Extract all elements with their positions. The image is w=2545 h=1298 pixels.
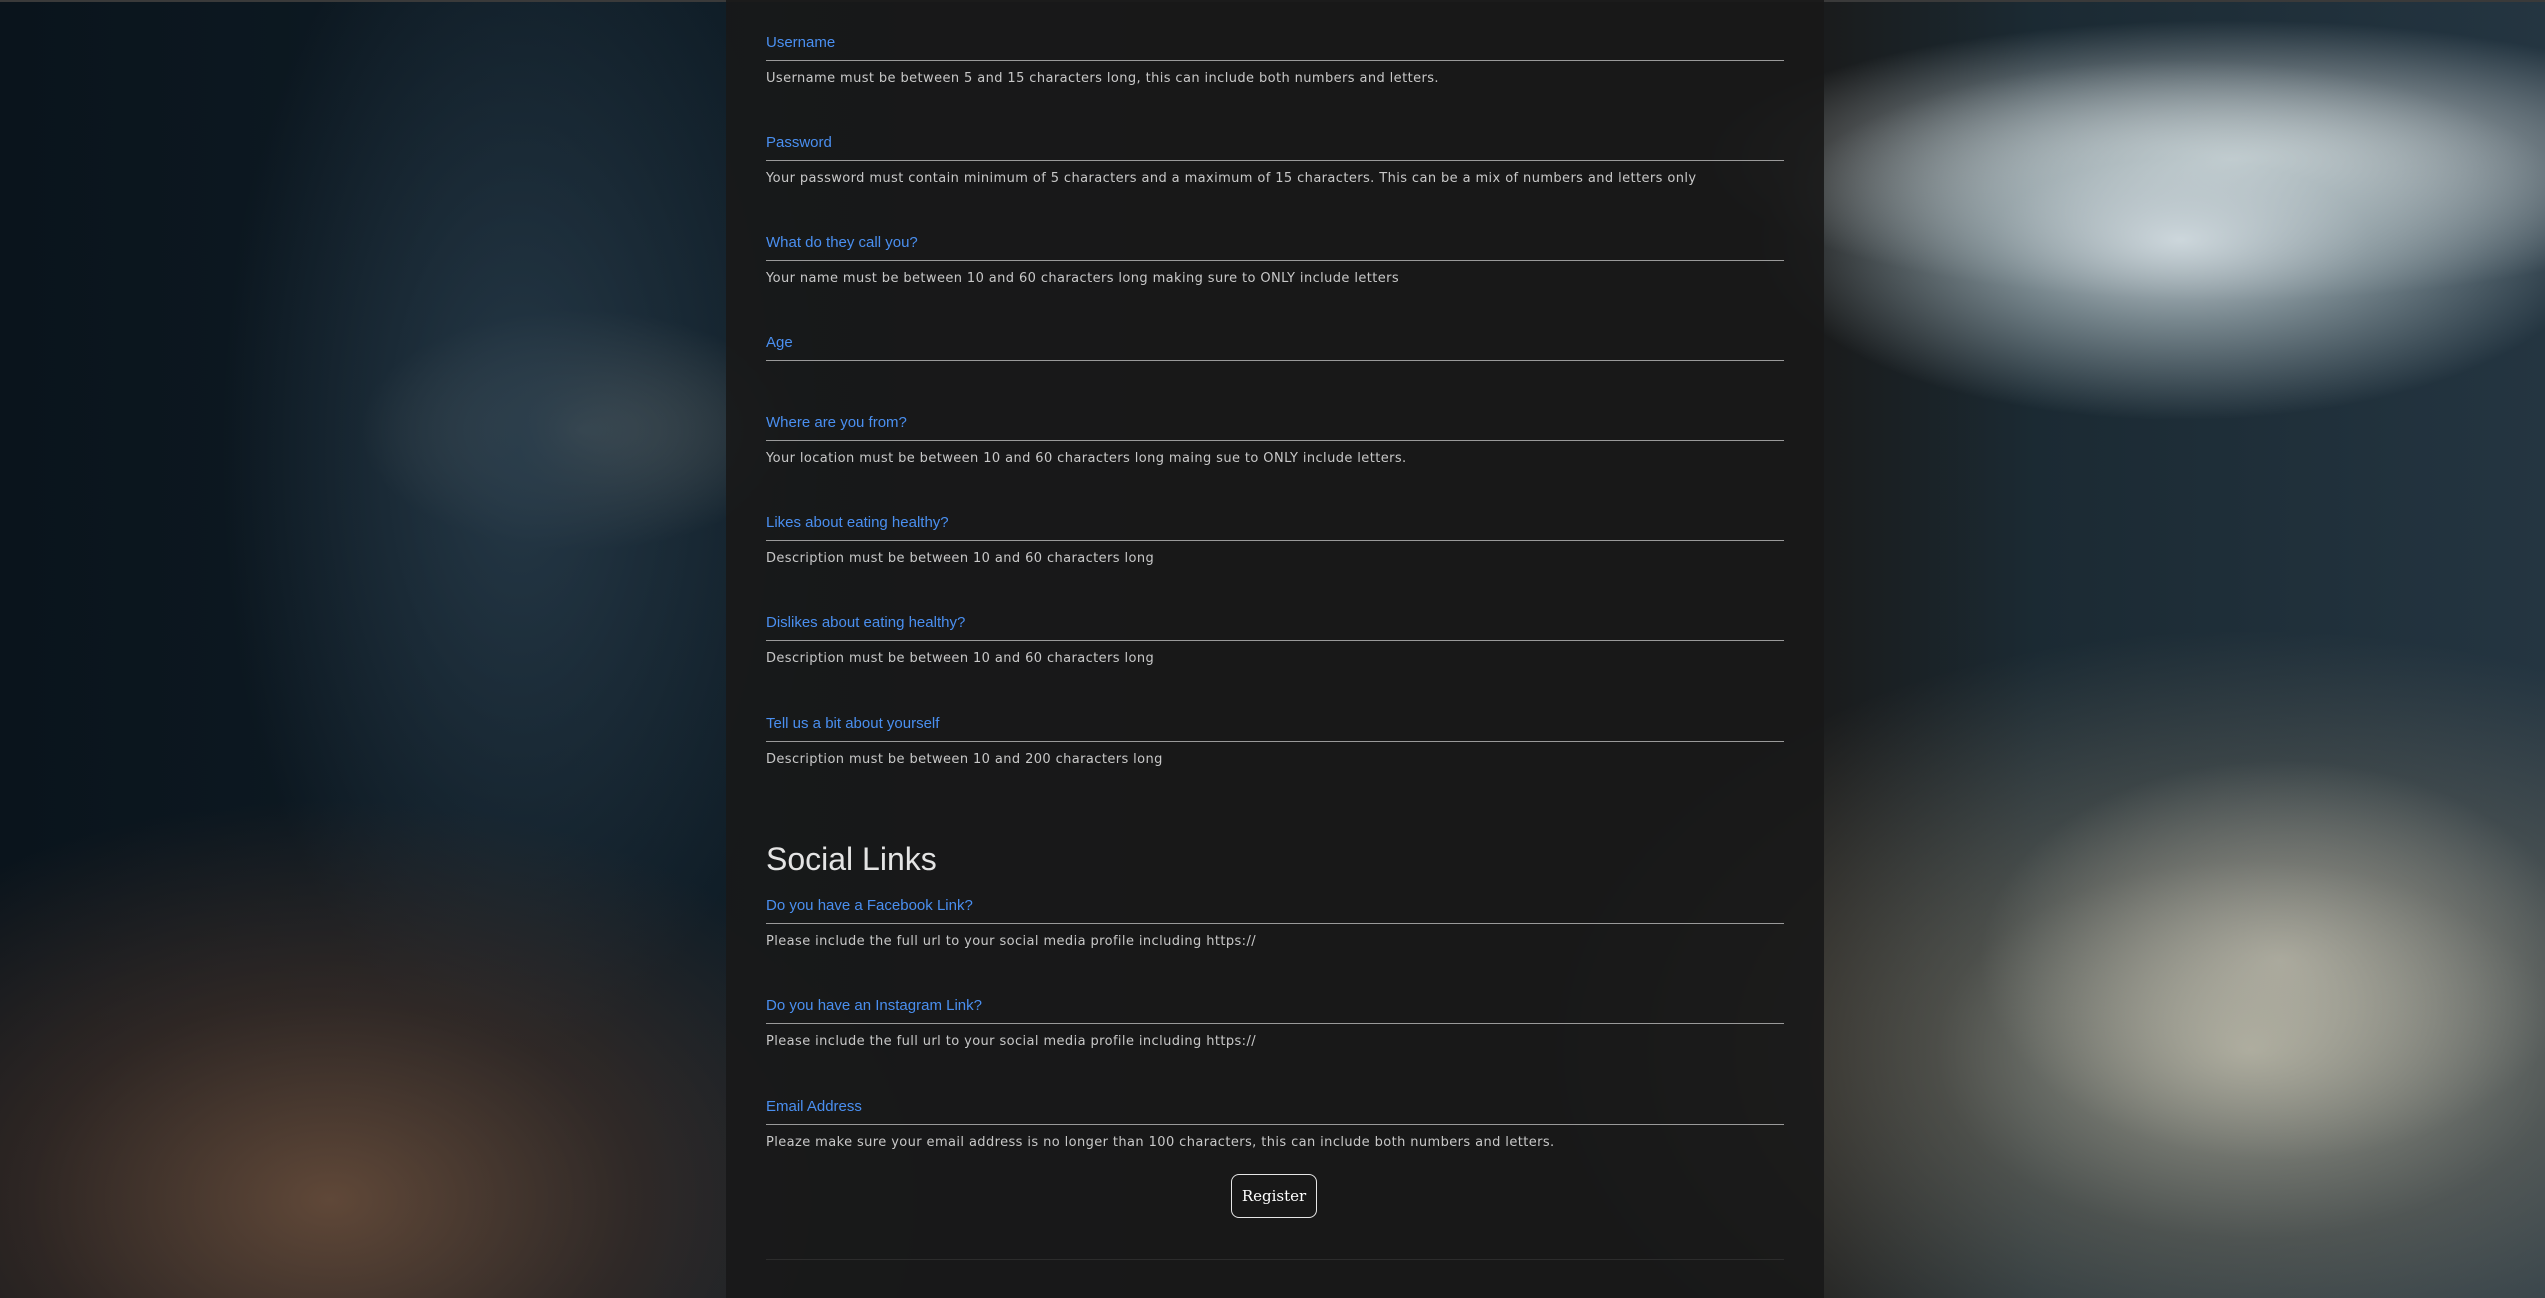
facebook-help: Please include the full url to your soci… — [766, 934, 1257, 949]
dislikes-field: Dislikes about eating healthy? Descripti… — [766, 614, 1784, 667]
likes-label[interactable]: Likes about eating healthy? — [766, 514, 1784, 532]
about-help: Description must be between 10 and 200 c… — [766, 752, 1163, 767]
facebook-input-line[interactable] — [766, 923, 1784, 924]
about-field: Tell us a bit about yourself Description… — [766, 715, 1784, 768]
password-input-line[interactable] — [766, 160, 1784, 161]
age-field: Age — [766, 334, 1784, 361]
password-help: Your password must contain minimum of 5 … — [766, 171, 1697, 186]
facebook-field: Do you have a Facebook Link? Please incl… — [766, 897, 1784, 950]
register-button[interactable]: Register — [1231, 1174, 1317, 1218]
name-label[interactable]: What do they call you? — [766, 234, 1784, 252]
dislikes-label[interactable]: Dislikes about eating healthy? — [766, 614, 1784, 632]
likes-input-line[interactable] — [766, 540, 1784, 541]
instagram-label[interactable]: Do you have an Instagram Link? — [766, 997, 1784, 1015]
age-input-line[interactable] — [766, 360, 1784, 361]
registration-panel: Username Username must be between 5 and … — [726, 0, 1824, 1298]
password-field: Password Your password must contain mini… — [766, 134, 1784, 187]
location-label[interactable]: Where are you from? — [766, 414, 1784, 432]
facebook-label[interactable]: Do you have a Facebook Link? — [766, 897, 1784, 915]
username-label[interactable]: Username — [766, 34, 1784, 52]
about-input-line[interactable] — [766, 741, 1784, 742]
dislikes-input-line[interactable] — [766, 640, 1784, 641]
location-input-line[interactable] — [766, 440, 1784, 441]
location-field: Where are you from? Your location must b… — [766, 414, 1784, 467]
name-field: What do they call you? Your name must be… — [766, 234, 1784, 287]
password-label[interactable]: Password — [766, 134, 1784, 152]
age-label[interactable]: Age — [766, 334, 1784, 352]
username-help: Username must be between 5 and 15 charac… — [766, 71, 1439, 86]
email-help: Pleaze make sure your email address is n… — [766, 1135, 1555, 1150]
likes-help: Description must be between 10 and 60 ch… — [766, 551, 1155, 566]
location-help: Your location must be between 10 and 60 … — [766, 451, 1407, 466]
email-label[interactable]: Email Address — [766, 1098, 1784, 1116]
name-input-line[interactable] — [766, 260, 1784, 261]
dislikes-help: Description must be between 10 and 60 ch… — [766, 651, 1155, 666]
name-help: Your name must be between 10 and 60 char… — [766, 271, 1400, 286]
email-input-line[interactable] — [766, 1124, 1784, 1125]
instagram-help: Please include the full url to your soci… — [766, 1034, 1257, 1049]
likes-field: Likes about eating healthy? Description … — [766, 514, 1784, 567]
instagram-input-line[interactable] — [766, 1023, 1784, 1024]
username-input-line[interactable] — [766, 60, 1784, 61]
username-field: Username Username must be between 5 and … — [766, 34, 1784, 87]
social-links-heading: Social Links — [766, 841, 937, 877]
email-field: Email Address Pleaze make sure your emai… — [766, 1098, 1784, 1151]
panel-divider — [766, 1259, 1784, 1260]
instagram-field: Do you have an Instagram Link? Please in… — [766, 997, 1784, 1050]
about-label[interactable]: Tell us a bit about yourself — [766, 715, 1784, 733]
